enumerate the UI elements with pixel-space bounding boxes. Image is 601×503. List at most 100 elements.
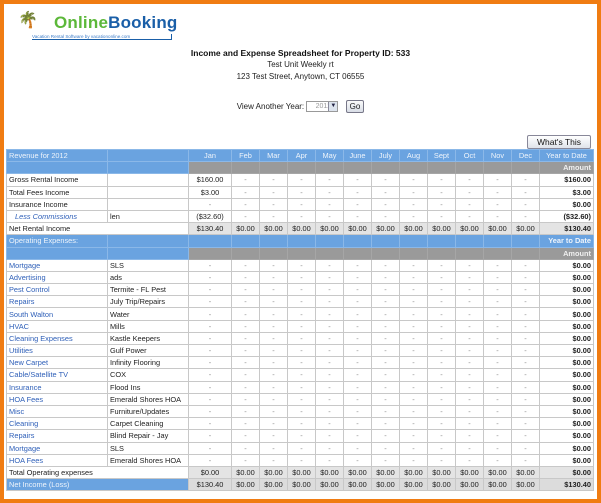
month-value: $0.00 (287, 478, 316, 492)
expense-link[interactable]: Utilities (6, 343, 108, 358)
month-value: - (511, 209, 540, 224)
month-value: - (343, 368, 372, 382)
month-value: - (511, 392, 540, 406)
month-value: $0.00 (371, 478, 400, 492)
expense-link[interactable]: HOA Fees (6, 392, 108, 406)
expense-link[interactable]: New Carpet (6, 356, 108, 370)
month-value: - (188, 343, 232, 358)
table-row: Pest Control Termite - FL Pest - - - - - - - - - - -… (6, 283, 594, 297)
go-button[interactable]: Go (345, 100, 365, 113)
month-value: - (343, 283, 372, 297)
expense-link[interactable]: Advertising (6, 270, 108, 285)
month-value: - (259, 453, 288, 467)
month-value: - (315, 392, 344, 406)
expense-link[interactable]: HVAC (6, 319, 108, 333)
month-value: - (259, 404, 288, 419)
expense-link[interactable]: Repairs (6, 429, 108, 443)
expenses-title: Operating Expenses: (6, 234, 108, 248)
expense-desc: Emerald Shores HOA (107, 392, 189, 406)
month-value: - (343, 197, 372, 211)
month-value: - (259, 258, 288, 272)
onlinebooking-logo[interactable]: 🌴 OnlineBooking Vacation Rental Software… (14, 11, 177, 41)
expense-link[interactable]: Mortgage (6, 258, 108, 272)
blank (231, 246, 260, 260)
month-value: - (315, 258, 344, 272)
header-blank (107, 148, 189, 163)
blank (343, 246, 372, 260)
month-value: - (399, 380, 428, 394)
month-value: - (231, 392, 260, 406)
month-value: - (188, 417, 232, 431)
expenses-header-row: Operating Expenses: Year to Date (6, 234, 594, 248)
blank (483, 234, 512, 248)
whats-this-button[interactable]: What's This (527, 135, 591, 149)
month-value: $0.00 (231, 465, 260, 480)
month-value: - (343, 392, 372, 406)
expense-link[interactable]: Insurance (6, 380, 108, 394)
expense-link[interactable]: Cleaning Expenses (6, 331, 108, 346)
month-header: Sept (427, 148, 456, 163)
blank (455, 246, 484, 260)
month-value: - (455, 380, 484, 394)
month-value: - (287, 307, 316, 321)
logo-tagline: Vacation Rental Software by vacationonli… (32, 34, 172, 40)
month-value: - (287, 453, 316, 467)
expense-link[interactable]: Cleaning (6, 417, 108, 431)
month-value: - (455, 295, 484, 309)
revenue-label: Insurance Income (6, 197, 108, 211)
expense-link[interactable]: Pest Control (6, 283, 108, 297)
expense-link[interactable]: Mortgage (6, 441, 108, 455)
expense-desc: Termite - FL Pest (107, 283, 189, 297)
month-value: - (483, 197, 512, 211)
expense-link[interactable]: HOA Fees (6, 453, 108, 467)
month-value: - (427, 417, 456, 431)
expense-link[interactable]: Misc (6, 404, 108, 419)
ytd-value: $0.00 (539, 295, 594, 309)
ytd-value: $0.00 (539, 429, 594, 443)
revenue-label[interactable]: Less Commissions (6, 209, 108, 224)
ytd-value: $0.00 (539, 465, 594, 480)
month-value: - (427, 368, 456, 382)
ytd-value: $160.00 (539, 173, 594, 187)
expense-desc: Blind Repair - Jay (107, 429, 189, 443)
month-value: - (511, 441, 540, 455)
month-value: - (315, 197, 344, 211)
month-value: - (511, 368, 540, 382)
month-header: Apr (287, 148, 316, 163)
year-select[interactable]: 2012 ▼ (306, 101, 339, 112)
blank (231, 234, 260, 248)
month-value: - (455, 209, 484, 224)
month-value: - (371, 417, 400, 431)
table-row: Less Commissions len ($32.60) - - - - - - - - - - - ($… (6, 209, 594, 224)
month-value: $0.00 (511, 222, 540, 236)
month-value: $0.00 (427, 465, 456, 480)
month-value: - (511, 331, 540, 346)
month-value: - (399, 270, 428, 285)
month-value: - (315, 331, 344, 346)
month-value: - (399, 331, 428, 346)
expense-link[interactable]: South Walton (6, 307, 108, 321)
month-value: - (231, 197, 260, 211)
ytd-value: $0.00 (539, 270, 594, 285)
property-address: 123 Test Street, Anytown, CT 06555 (236, 72, 365, 81)
month-value: - (399, 417, 428, 431)
blank (455, 234, 484, 248)
expense-link[interactable]: Cable/Satellite TV (6, 368, 108, 382)
blank (343, 161, 372, 175)
month-value: - (315, 270, 344, 285)
month-value: - (511, 270, 540, 285)
month-value: - (427, 331, 456, 346)
ytd-header: Year to Date (539, 234, 594, 248)
blank (455, 161, 484, 175)
month-value: - (427, 356, 456, 370)
month-value: - (315, 343, 344, 358)
month-value: - (511, 429, 540, 443)
month-value: - (427, 258, 456, 272)
month-value: - (371, 209, 400, 224)
blank (399, 234, 428, 248)
table-row: Cable/Satellite TV COX - - - - - - - - - - - - $0.00 (6, 368, 594, 382)
month-value: - (315, 380, 344, 394)
expense-link[interactable]: Repairs (6, 295, 108, 309)
month-value: $0.00 (231, 222, 260, 236)
month-value: - (483, 392, 512, 406)
